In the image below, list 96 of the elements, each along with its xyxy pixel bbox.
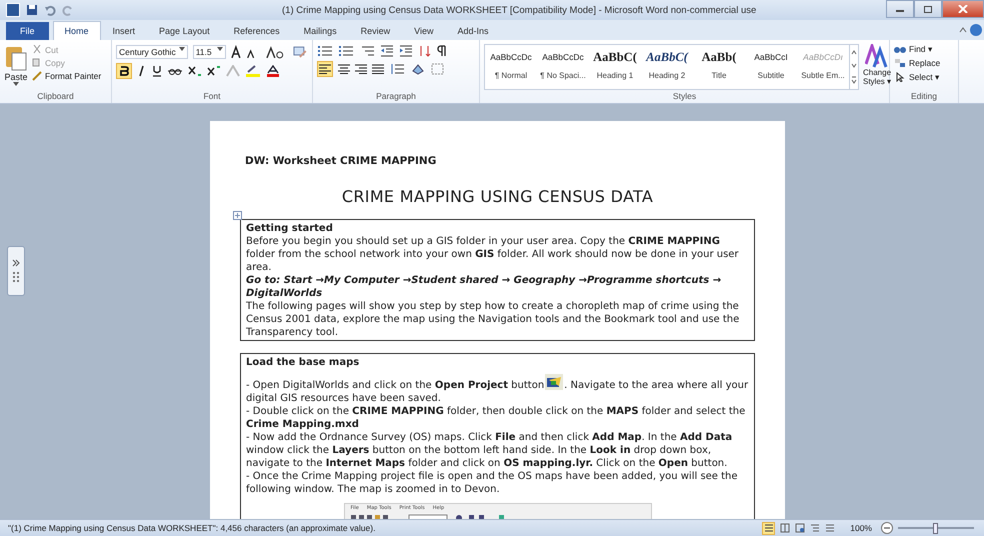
style-item[interactable]: AaBbC( Heading 1 [589, 45, 641, 89]
group-label: Clipboard [36, 91, 75, 103]
minimize-button[interactable] [886, 0, 914, 18]
style-item[interactable]: AaBbCcDı Subtle Em... [797, 45, 849, 89]
paragraph: - Open DigitalWorlds and click on the Open Project button . Navigate to the area where all your digital GIS resources have been saved. [246, 374, 749, 405]
ribbon-tab[interactable]: Mailings [292, 21, 349, 40]
open-project-icon [545, 374, 564, 390]
ribbon-tab[interactable]: References [222, 21, 292, 40]
font-name-field[interactable]: Century Gothic [116, 45, 188, 59]
file-tab[interactable]: File [6, 22, 49, 40]
restore-icon [923, 5, 933, 13]
word-icon[interactable] [6, 3, 20, 17]
gallery-scroll-buttons[interactable] [849, 45, 858, 89]
align-left-icon [319, 64, 331, 74]
save-icon[interactable] [26, 4, 38, 16]
pilcrow-icon[interactable] [437, 45, 447, 57]
lines-icon [764, 523, 774, 533]
paragraph: - Once the Crime Mapping project file is open and the OS maps have been added, you will see the following window. The map is zoomed in to Devon. [246, 470, 739, 496]
shading-icon[interactable] [410, 63, 426, 75]
align-right-icon[interactable] [355, 64, 367, 74]
bold-button[interactable] [116, 63, 132, 79]
select-button[interactable]: Select ▾ [894, 72, 954, 82]
font-size-field[interactable]: 11.5 [192, 45, 226, 59]
borders-icon[interactable] [431, 63, 445, 75]
copy-icon [32, 58, 42, 68]
paragraph: Before you begin you should set up a GIS folder in your user area. Copy the CRIME MAPPING folder from the school network into your own GIS folder. All work should now be done in your user area. [246, 235, 740, 274]
paste-button[interactable]: Paste [4, 42, 28, 91]
replace-icon [894, 58, 906, 68]
document-heading: CRIME MAPPING USING CENSUS DATA [340, 187, 654, 206]
replace-button[interactable]: Replace [894, 58, 954, 68]
superscript-icon[interactable] [207, 65, 221, 77]
increase-indent-icon[interactable] [399, 45, 413, 57]
paragraph: - Now add the Ordnance Survey (OS) maps. Click File and then click Add Map. In the Add Data window click the Layers button on the bottom left hand side. In the Look in drop down box, navigate to the Internet Maps folder and click on OS mapping.lyr. Click on the Open button. [246, 431, 734, 470]
ribbon-tab[interactable]: Review [348, 21, 402, 40]
font-color-icon[interactable] [266, 65, 280, 77]
ribbon-tab[interactable]: Page Layout [147, 21, 222, 40]
status-text: "(1) Crime Mapping using Census Data WORKSHEET": 4,456 characters (an approximate value). [8, 523, 376, 533]
paragraph: The following pages will show you step by step how to create a choropleth map of crime using the Census 2001 data, explore the map using the Navigation tools and the Bookmark tool and use the Transparency tool. [246, 300, 740, 339]
ribbon-tab[interactable]: View [402, 21, 446, 40]
format-painter-button[interactable]: Format Painter [32, 71, 102, 81]
numbering-icon[interactable] [338, 45, 354, 57]
help-icon[interactable] [958, 24, 982, 36]
restore-button[interactable] [914, 0, 942, 18]
underline-icon[interactable] [152, 65, 162, 77]
outline-view-icon[interactable] [810, 523, 820, 533]
justify-icon[interactable] [372, 64, 384, 74]
table-move-handle-icon[interactable] [233, 211, 242, 220]
window-title: (1) Crime Mapping using Census Data WORKSHEET [Compatibility Mode] - Microsoft Word non-commercial use [282, 4, 756, 16]
multilevel-list-icon[interactable] [359, 45, 375, 57]
align-center-icon[interactable] [338, 64, 350, 74]
page-header: DW: Worksheet CRIME MAPPING [245, 155, 438, 167]
zoom-out-icon[interactable] [881, 522, 893, 534]
ribbon-tab[interactable]: Home [52, 21, 101, 40]
group-label: Font [202, 91, 222, 103]
ribbon-tab[interactable]: Insert [100, 21, 148, 40]
close-icon [958, 5, 968, 13]
sort-icon[interactable] [418, 45, 432, 57]
undo-icon[interactable] [44, 4, 56, 16]
web-layout-icon[interactable] [795, 523, 806, 533]
bullets-icon[interactable] [317, 45, 333, 57]
section-title: Getting started [246, 222, 334, 235]
line-spacing-icon[interactable] [389, 63, 405, 75]
style-item[interactable]: AaBbCcDc ¶ Normal [485, 45, 537, 89]
caret-icon [178, 47, 185, 51]
cursor-icon [894, 72, 906, 82]
print-layout-view-button[interactable] [762, 522, 776, 534]
group-label: Editing [910, 91, 938, 103]
section-title: Load the base maps [246, 356, 360, 369]
clear-formatting-icon[interactable] [292, 45, 308, 59]
group-label: Paragraph [375, 91, 417, 103]
navigation-path: Go to: Start →My Computer →Student shared → Geography →Programme shortcuts → DigitalWorlds [246, 274, 722, 300]
caret-icon [13, 82, 19, 86]
ribbon-tab[interactable]: Add-Ins [446, 21, 501, 40]
close-button[interactable] [942, 0, 984, 18]
change-styles-button[interactable]: Change Styles ▾ [863, 42, 892, 91]
decrease-indent-icon[interactable] [380, 45, 394, 57]
style-item[interactable]: AaBbC( Heading 2 [641, 45, 693, 89]
style-item[interactable]: AaBbCcI Subtitle [745, 45, 797, 89]
find-button[interactable]: Find ▾ [894, 44, 954, 54]
style-item[interactable]: AaBb( Title [693, 45, 745, 89]
brush-icon [32, 71, 42, 81]
clipboard-icon [4, 44, 28, 72]
letters-a-icon [865, 44, 890, 68]
scissors-icon [32, 45, 42, 55]
zoom-level[interactable]: 100% [850, 523, 872, 533]
bold-icon [120, 66, 128, 76]
subscript-icon[interactable] [188, 65, 202, 77]
align-left-button[interactable] [317, 61, 333, 77]
caret-icon [217, 47, 224, 51]
full-screen-view-icon[interactable] [780, 523, 790, 533]
binoculars-icon [894, 44, 906, 54]
highlight-icon[interactable] [245, 65, 261, 77]
group-label: Styles [672, 91, 698, 103]
draft-view-icon[interactable] [825, 523, 836, 533]
style-item[interactable]: AaBbCcDc ¶ No Spaci... [537, 45, 589, 89]
side-panel-handle[interactable] [7, 246, 25, 296]
